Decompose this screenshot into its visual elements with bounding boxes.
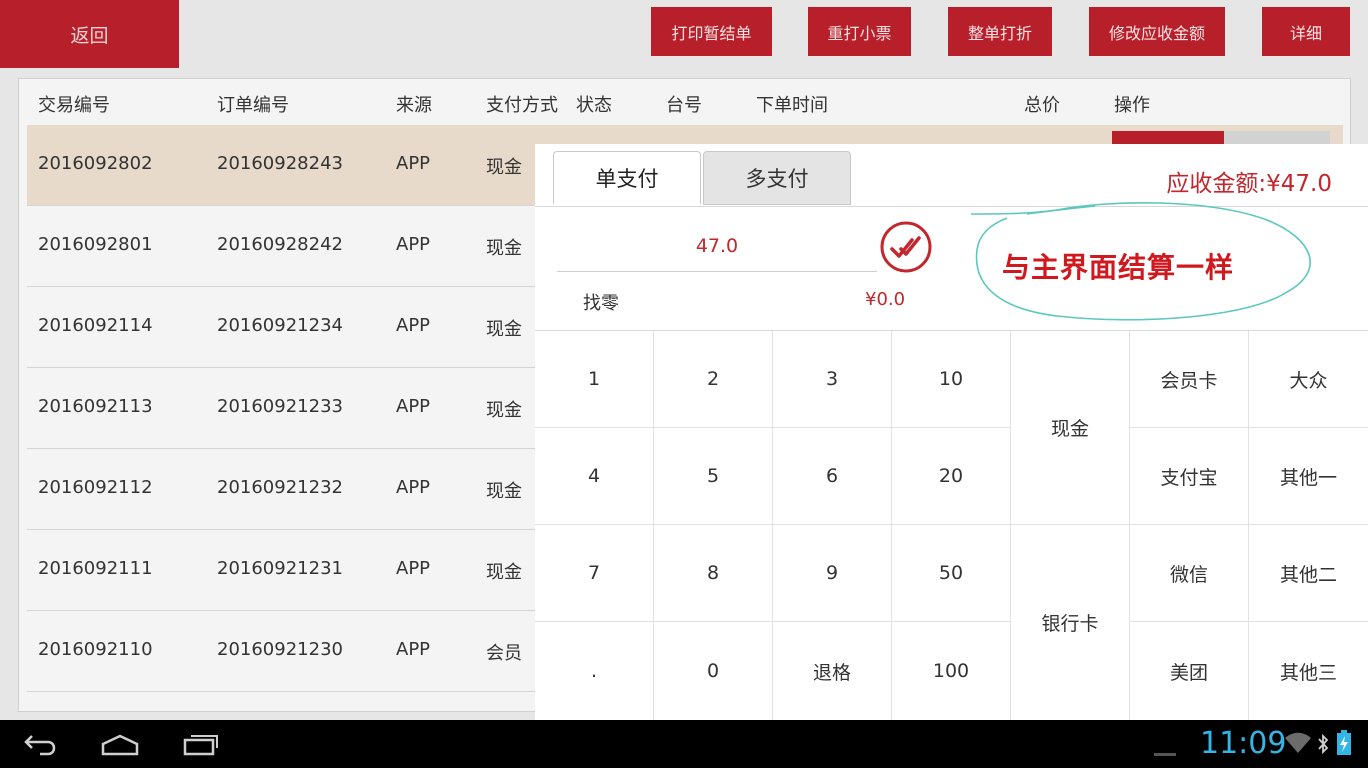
header-order-time: 下单时间 [756, 95, 828, 116]
bluetooth-icon [1317, 732, 1329, 760]
key-1[interactable]: 1 [535, 331, 654, 428]
cell-trade-no: 2016092110 [38, 639, 153, 660]
header-order-no: 订单编号 [217, 95, 289, 116]
home-nav-icon[interactable] [100, 730, 140, 762]
cell-pay-method: 现金 [486, 157, 522, 178]
change-label: 找零 [583, 293, 619, 314]
modify-receivable-button[interactable]: 修改应收金额 [1089, 7, 1225, 56]
header-source: 来源 [396, 95, 432, 116]
cell-source: APP [396, 639, 431, 660]
cell-pay-method: 现金 [486, 481, 522, 502]
pay-dazhong-button[interactable]: 大众 [1249, 331, 1368, 428]
header-actions: 操作 [1114, 95, 1150, 116]
pay-bank-card-button[interactable]: 银行卡 [1011, 525, 1130, 721]
amount-input[interactable]: 47.0 [557, 222, 877, 272]
cell-trade-no: 2016092111 [38, 558, 153, 579]
cell-source: APP [396, 234, 431, 255]
cell-pay-method: 会员 [486, 643, 522, 664]
back-button[interactable]: 返回 [0, 0, 179, 68]
cell-order-no: 20160921231 [217, 558, 343, 579]
cell-pay-method: 现金 [486, 562, 522, 583]
key-2[interactable]: 2 [654, 331, 773, 428]
pay-other-3-button[interactable]: 其他三 [1249, 622, 1368, 721]
cell-order-no: 20160928243 [217, 153, 343, 174]
status-clock: 11:09 [1200, 726, 1287, 761]
cell-order-no: 20160921232 [217, 477, 343, 498]
key-7[interactable]: 7 [535, 525, 654, 622]
keypad: 1 2 3 10 4 5 6 20 7 8 9 50 . 0 退格 100 现金… [535, 330, 1368, 721]
pay-other-1-button[interactable]: 其他一 [1249, 428, 1368, 525]
recent-apps-nav-icon[interactable] [182, 730, 220, 762]
header-table-no: 台号 [666, 95, 702, 116]
battery-charging-icon [1336, 730, 1352, 760]
header-trade-no: 交易编号 [38, 95, 110, 116]
key-20[interactable]: 20 [892, 428, 1011, 525]
whole-order-discount-button[interactable]: 整单打折 [948, 7, 1052, 56]
tab-single-payment[interactable]: 单支付 [553, 151, 701, 205]
annotation-text: 与主界面结算一样 [1002, 251, 1235, 284]
cell-order-no: 20160921234 [217, 315, 343, 336]
confirm-check-icon[interactable] [879, 220, 933, 274]
cell-source: APP [396, 153, 431, 174]
cell-order-no: 20160921233 [217, 396, 343, 417]
reprint-receipt-button[interactable]: 重打小票 [808, 7, 911, 56]
cell-source: APP [396, 477, 431, 498]
amount-due: 应收金额:¥47.0 [1166, 171, 1332, 197]
key-3[interactable]: 3 [773, 331, 892, 428]
wifi-icon [1284, 732, 1312, 758]
cell-trade-no: 2016092802 [38, 153, 153, 174]
pay-alipay-button[interactable]: 支付宝 [1130, 428, 1249, 525]
key-backspace[interactable]: 退格 [773, 622, 892, 721]
cell-trade-no: 2016092113 [38, 396, 153, 417]
cell-order-no: 20160921230 [217, 639, 343, 660]
cell-trade-no: 2016092801 [38, 234, 153, 255]
header-total: 总价 [1024, 95, 1060, 116]
pay-member-card-button[interactable]: 会员卡 [1130, 331, 1249, 428]
key-9[interactable]: 9 [773, 525, 892, 622]
pay-other-2-button[interactable]: 其他二 [1249, 525, 1368, 622]
pay-meituan-button[interactable]: 美团 [1130, 622, 1249, 721]
cell-source: APP [396, 396, 431, 417]
key-10[interactable]: 10 [892, 331, 1011, 428]
key-0[interactable]: 0 [654, 622, 773, 721]
cell-source: APP [396, 558, 431, 579]
cell-order-no: 20160928242 [217, 234, 343, 255]
key-4[interactable]: 4 [535, 428, 654, 525]
tab-multi-payment[interactable]: 多支付 [703, 151, 851, 205]
key-100[interactable]: 100 [892, 622, 1011, 721]
key-50[interactable]: 50 [892, 525, 1011, 622]
pay-cash-button[interactable]: 现金 [1011, 331, 1130, 525]
cell-trade-no: 2016092112 [38, 477, 153, 498]
cell-source: APP [396, 315, 431, 336]
header-pay-method: 支付方式 [486, 95, 558, 116]
key-6[interactable]: 6 [773, 428, 892, 525]
notification-dash-icon [1154, 742, 1176, 761]
cell-pay-method: 现金 [486, 400, 522, 421]
cell-pay-method: 现金 [486, 319, 522, 340]
payment-dialog: 单支付 多支付 应收金额:¥47.0 47.0 找零 ¥0.0 与主界面结算一样… [535, 144, 1368, 721]
print-pending-bill-button[interactable]: 打印暂结单 [651, 7, 772, 56]
cell-trade-no: 2016092114 [38, 315, 153, 336]
header-status: 状态 [576, 95, 612, 116]
key-8[interactable]: 8 [654, 525, 773, 622]
details-button[interactable]: 详细 [1262, 7, 1350, 56]
cell-pay-method: 现金 [486, 238, 522, 259]
back-nav-icon[interactable] [22, 730, 60, 762]
table-header: 交易编号 订单编号 来源 支付方式 状态 台号 下单时间 总价 操作 [19, 79, 1350, 125]
change-value: ¥0.0 [865, 289, 906, 310]
top-bar: 返回 打印暂结单 重打小票 整单打折 修改应收金额 详细 [0, 0, 1368, 68]
pay-wechat-button[interactable]: 微信 [1130, 525, 1249, 622]
key-dot[interactable]: . [535, 622, 654, 721]
system-nav-bar: 11:09 [0, 720, 1368, 768]
key-5[interactable]: 5 [654, 428, 773, 525]
